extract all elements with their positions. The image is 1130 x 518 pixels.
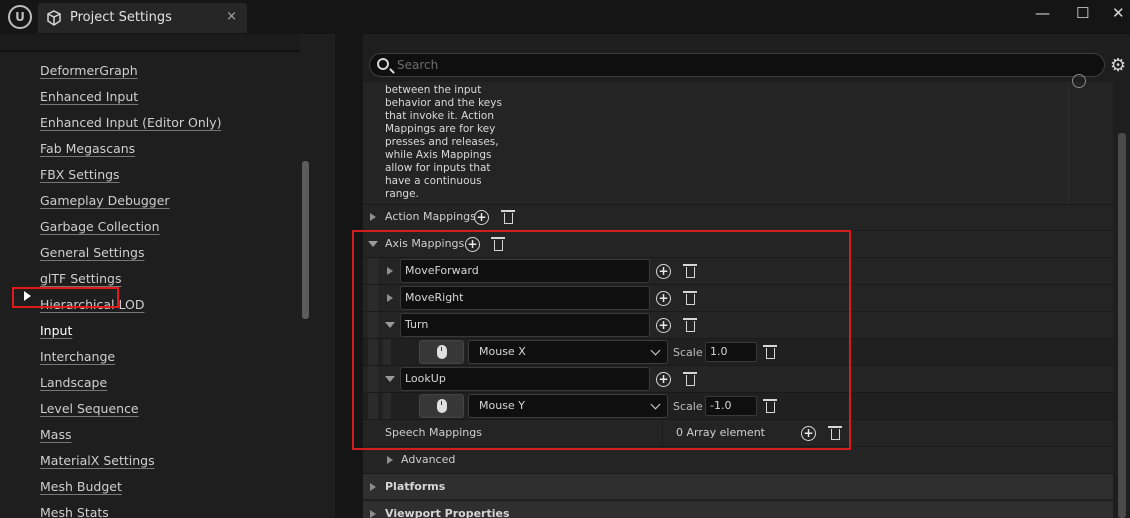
sidebar-item-fbx-settings[interactable]: FBX Settings <box>40 167 120 182</box>
advanced-row[interactable]: Advanced <box>363 446 1113 473</box>
input-description: between the input behavior and the keys … <box>385 84 502 200</box>
sidebar-item-mesh-budget[interactable]: Mesh Budget <box>40 479 122 494</box>
sidebar-scrollbar[interactable] <box>302 161 309 319</box>
action-mappings-label: Action Mappings <box>385 210 476 223</box>
tab-close-icon[interactable]: × <box>226 9 237 24</box>
sidebar-item-mesh-stats[interactable]: Mesh Stats <box>40 505 109 518</box>
search-input[interactable]: Search <box>397 58 438 72</box>
sidebar-item-gameplay-debugger[interactable]: Gameplay Debugger <box>40 193 170 208</box>
sidebar-item-interchange[interactable]: Interchange <box>40 349 115 364</box>
axis-mappings-highlight-box <box>352 230 851 450</box>
advanced-label: Advanced <box>401 453 456 466</box>
expand-arrow-icon[interactable] <box>370 483 376 491</box>
minimize-icon[interactable]: — <box>1035 4 1050 22</box>
section-platforms[interactable]: Platforms <box>363 473 1113 499</box>
sidebar-item-landscape[interactable]: Landscape <box>40 375 107 390</box>
sidebar-item-gltf-settings[interactable]: glTF Settings <box>40 271 121 286</box>
window-close-icon[interactable]: ✕ <box>1112 4 1125 22</box>
search-icon <box>377 58 389 70</box>
unreal-logo-icon: U <box>8 5 32 29</box>
column-divider <box>1068 82 1069 204</box>
action-mappings-row: Action Mappings + <box>363 204 1113 230</box>
sidebar-header-strip <box>0 34 300 52</box>
section-label: Viewport Properties <box>385 507 510 518</box>
gear-icon[interactable]: ⚙ <box>1110 55 1126 76</box>
add-action-mapping-icon[interactable]: + <box>474 210 489 225</box>
search-box[interactable]: Search <box>369 53 1105 77</box>
sidebar-item-fab-megascans[interactable]: Fab Megascans <box>40 141 135 156</box>
sidebar-item-input[interactable]: Input <box>40 323 72 338</box>
tab-project-settings[interactable]: Project Settings × <box>38 3 247 33</box>
section-label: Platforms <box>385 480 446 493</box>
expand-arrow-icon[interactable] <box>24 291 31 301</box>
expand-arrow-icon[interactable] <box>370 510 376 518</box>
sidebar-item-materialx-settings[interactable]: MaterialX Settings <box>40 453 155 468</box>
reset-icon[interactable] <box>1072 74 1086 88</box>
sidebar-item-mass[interactable]: Mass <box>40 427 71 442</box>
delete-action-mappings-icon[interactable] <box>501 210 515 224</box>
expand-arrow-icon[interactable] <box>387 456 393 464</box>
sidebar-item-deformergraph[interactable]: DeformerGraph <box>40 63 138 78</box>
tab-title: Project Settings <box>70 10 172 25</box>
settings-cube-icon <box>47 10 61 26</box>
sidebar-item-enhanced-input[interactable]: Enhanced Input <box>40 89 138 104</box>
sidebar-item-garbage-collection[interactable]: Garbage Collection <box>40 219 160 234</box>
sidebar-item-level-sequence[interactable]: Level Sequence <box>40 401 139 416</box>
title-bar: U Project Settings × — ☐ ✕ <box>0 0 1130 34</box>
section-viewport-properties[interactable]: Viewport Properties <box>363 500 1113 518</box>
sidebar-item-enhanced-input-editor-only[interactable]: Enhanced Input (Editor Only) <box>40 115 222 130</box>
maximize-icon[interactable]: ☐ <box>1076 4 1089 22</box>
sidebar-item-general-settings[interactable]: General Settings <box>40 245 145 260</box>
details-scrollbar[interactable] <box>1118 133 1126 518</box>
expand-arrow-icon[interactable] <box>370 213 376 221</box>
